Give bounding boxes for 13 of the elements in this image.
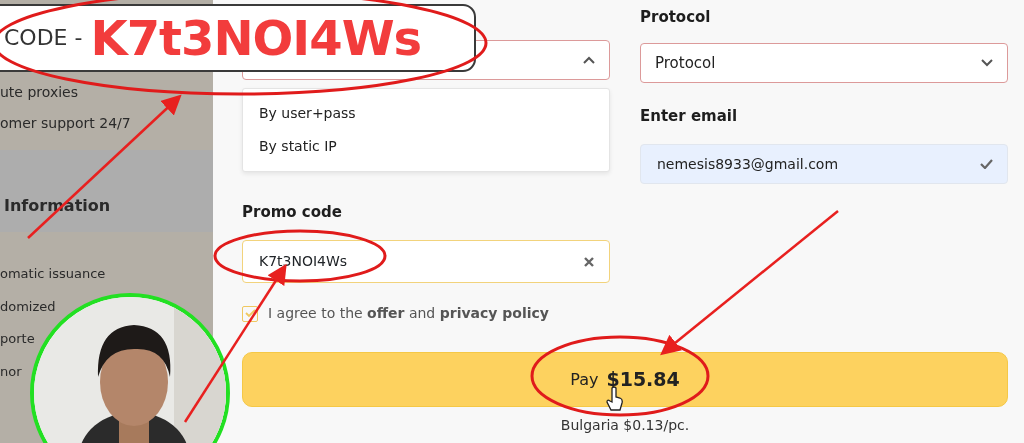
code-label: CODE -	[4, 27, 83, 49]
feature-item: nor	[0, 362, 22, 381]
field-label: Protocol	[640, 7, 711, 28]
promo-code-text: K7t3NOI4Ws	[90, 14, 422, 62]
sidebar-item: ute proxies	[0, 83, 79, 102]
feature-item: porte	[0, 330, 35, 348]
feature-item: domized	[0, 297, 56, 316]
field-label: Enter email	[640, 106, 738, 127]
feature-item: omatic issuance	[0, 265, 106, 283]
field-label: Promo code	[242, 202, 342, 223]
sidebar-item: omer support 24/7	[0, 114, 132, 133]
agreement-text: I agree to the offer and privacy policy	[268, 304, 549, 323]
price-note: Bulgaria $0.13/pc.	[560, 417, 690, 434]
